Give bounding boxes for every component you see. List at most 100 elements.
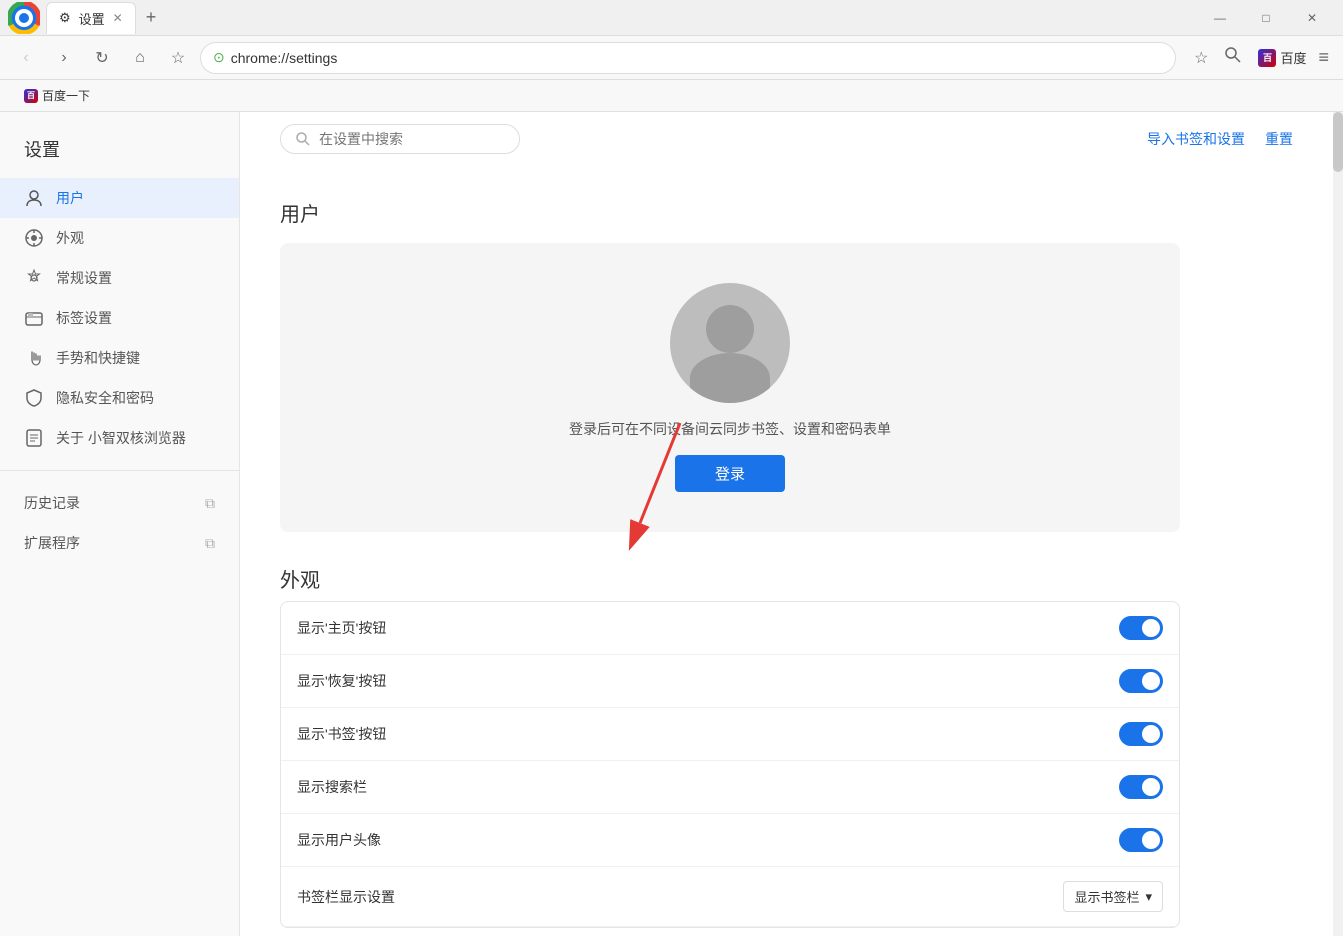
privacy-icon — [24, 388, 44, 408]
toggle-home[interactable] — [1119, 616, 1163, 640]
sidebar-item-gestures[interactable]: 手势和快捷键 — [0, 338, 239, 378]
toggle-searchbar-label: 显示搜索栏 — [297, 777, 367, 797]
toggle-bookmark[interactable] — [1119, 722, 1163, 746]
sidebar-appearance-label: 外观 — [56, 228, 84, 248]
tabs-icon — [24, 308, 44, 328]
appearance-icon — [24, 228, 44, 248]
toggle-restore[interactable] — [1119, 669, 1163, 693]
history-label: 历史记录 — [24, 493, 80, 513]
title-bar: ⚙ 设置 ✕ + — □ ✕ — [0, 0, 1343, 36]
bookmarks-bar: 百 百度一下 — [0, 80, 1343, 112]
toggle-bookmark-label: 显示'书签'按钮 — [297, 724, 386, 744]
sidebar-privacy-label: 隐私安全和密码 — [56, 388, 154, 408]
search-icon — [295, 131, 311, 147]
favorites-button[interactable]: ☆ — [1190, 44, 1212, 72]
header-actions: 导入书签和设置 重置 — [1147, 129, 1293, 149]
content-area: 设置 用户 外观 常规设置 — [0, 112, 1343, 936]
sidebar-title: 设置 — [0, 128, 239, 178]
toggle-restore-label: 显示'恢复'按钮 — [297, 671, 386, 691]
settings-search-input[interactable] — [319, 131, 505, 147]
settings-header: 导入书签和设置 重置 — [240, 112, 1333, 166]
history-external-icon: ⧉ — [205, 495, 215, 512]
back-button[interactable]: ‹ — [10, 42, 42, 74]
sidebar-item-privacy[interactable]: 隐私安全和密码 — [0, 378, 239, 418]
avatar-placeholder — [670, 283, 790, 403]
general-icon — [24, 268, 44, 288]
toggle-row-searchbar: 显示搜索栏 — [281, 761, 1179, 814]
appearance-toggles-container: 显示'主页'按钮 显示'恢复'按钮 — [280, 601, 1180, 928]
bookmarks-bar-label: 书签栏显示设置 — [297, 887, 395, 907]
sidebar-item-extensions[interactable]: 扩展程序 ⧉ — [0, 523, 239, 563]
sidebar-item-users[interactable]: 用户 — [0, 178, 239, 218]
reset-button[interactable]: 重置 — [1265, 129, 1293, 149]
bookmark-star-button[interactable]: ☆ — [162, 42, 194, 74]
maximize-button[interactable]: □ — [1243, 0, 1289, 36]
sidebar-item-appearance[interactable]: 外观 — [0, 218, 239, 258]
browser-logo — [8, 2, 40, 34]
about-icon — [24, 428, 44, 448]
sidebar-item-tabs[interactable]: 标签设置 — [0, 298, 239, 338]
avatar-head — [706, 305, 754, 353]
gestures-icon — [24, 348, 44, 368]
bookmarks-bar-value: 显示书签栏 — [1074, 887, 1139, 906]
address-input[interactable] — [231, 50, 1163, 66]
home-button[interactable]: ⌂ — [124, 42, 156, 74]
sidebar-gestures-label: 手势和快捷键 — [56, 348, 140, 368]
sidebar-about-label: 关于 小智双核浏览器 — [56, 428, 186, 448]
extensions-external-icon: ⧉ — [205, 535, 215, 552]
new-tab-button[interactable]: + — [140, 7, 163, 28]
appearance-section: 外观 显示'主页'按钮 显示'恢复'按钮 — [280, 564, 1180, 928]
baidu-label: 百度 — [1280, 48, 1306, 67]
settings-search-box[interactable] — [280, 124, 520, 154]
scrollbar-thumb[interactable] — [1333, 112, 1343, 172]
scrollbar-track[interactable] — [1333, 112, 1343, 936]
toggle-row-home: 显示'主页'按钮 — [281, 602, 1179, 655]
sidebar-item-history[interactable]: 历史记录 ⧉ — [0, 483, 239, 523]
user-section-wrap: 登录后可在不同设备间云同步书签、设置和密码表单 登录 — [280, 243, 1180, 532]
dropdown-row-bookmarks-bar: 书签栏显示设置 显示书签栏 ▾ — [281, 867, 1179, 927]
bookmark-baidu[interactable]: 百 百度一下 — [16, 83, 98, 108]
user-description: 登录后可在不同设备间云同步书签、设置和密码表单 — [569, 419, 891, 439]
tab-close-button[interactable]: ✕ — [113, 11, 123, 25]
tab-settings-icon: ⚙ — [59, 10, 71, 26]
bookmarks-bar-select[interactable]: 显示书签栏 ▾ — [1063, 881, 1163, 912]
appearance-section-title: 外观 — [280, 564, 1180, 593]
sidebar-item-general[interactable]: 常规设置 — [0, 258, 239, 298]
baidu-search-area: 百 百度 — [1258, 48, 1306, 67]
user-icon — [24, 188, 44, 208]
sidebar-tabs-label: 标签设置 — [56, 308, 112, 328]
baidu-icon: 百 — [1258, 49, 1276, 67]
bookmark-baidu-icon: 百 — [24, 89, 38, 103]
main-panel: 导入书签和设置 重置 用户 登录后可在不同设备间云同步书签、设置和密码表单 — [240, 112, 1333, 936]
dropdown-chevron-icon: ▾ — [1145, 889, 1152, 905]
active-tab[interactable]: ⚙ 设置 ✕ — [46, 2, 136, 34]
toggle-avatar-thumb — [1142, 831, 1160, 849]
toggle-bookmark-thumb — [1142, 725, 1160, 743]
bookmark-baidu-label: 百度一下 — [42, 87, 90, 104]
toggle-row-avatar: 显示用户头像 — [281, 814, 1179, 867]
toggle-searchbar-thumb — [1142, 778, 1160, 796]
nav-bar: ‹ › ↻ ⌂ ☆ ⊙ ☆ 百 百度 ≡ — [0, 36, 1343, 80]
menu-button[interactable]: ≡ — [1314, 43, 1333, 72]
toggle-avatar[interactable] — [1119, 828, 1163, 852]
window-controls: — □ ✕ — [1197, 0, 1335, 36]
secure-icon: ⊙ — [213, 49, 225, 66]
forward-button[interactable]: › — [48, 42, 80, 74]
toggle-home-thumb — [1142, 619, 1160, 637]
main-content: 用户 登录后可在不同设备间云同步书签、设置和密码表单 登录 — [240, 166, 1220, 936]
toggle-searchbar[interactable] — [1119, 775, 1163, 799]
sidebar-item-about[interactable]: 关于 小智双核浏览器 — [0, 418, 239, 458]
toggle-home-label: 显示'主页'按钮 — [297, 618, 386, 638]
sidebar-divider — [0, 470, 239, 471]
avatar-body — [690, 353, 770, 403]
login-button[interactable]: 登录 — [675, 455, 785, 492]
close-button[interactable]: ✕ — [1289, 0, 1335, 36]
nav-search-button[interactable] — [1220, 42, 1246, 73]
toggle-avatar-label: 显示用户头像 — [297, 830, 381, 850]
minimize-button[interactable]: — — [1197, 0, 1243, 36]
toggle-restore-thumb — [1142, 672, 1160, 690]
sidebar-users-label: 用户 — [56, 188, 84, 208]
toggle-row-restore: 显示'恢复'按钮 — [281, 655, 1179, 708]
refresh-button[interactable]: ↻ — [86, 42, 118, 74]
import-button[interactable]: 导入书签和设置 — [1147, 129, 1245, 149]
